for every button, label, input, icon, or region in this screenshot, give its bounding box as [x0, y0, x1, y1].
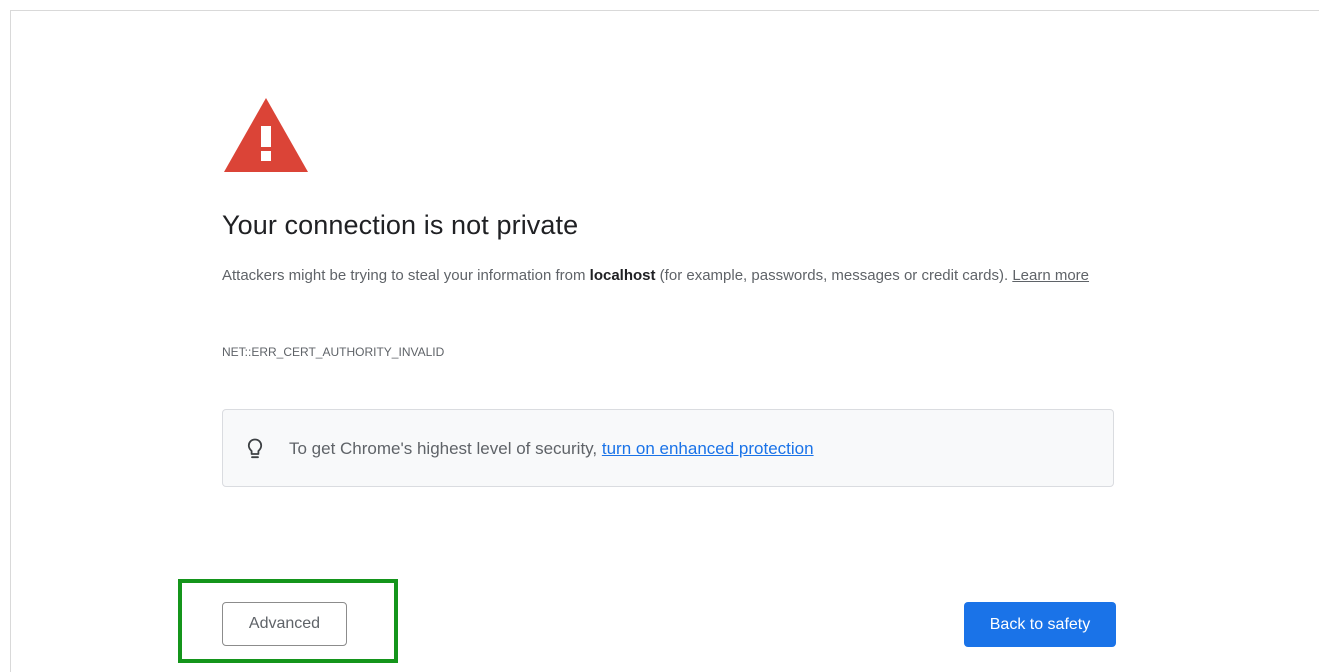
browser-frame-left-border: [10, 10, 11, 672]
learn-more-link[interactable]: Learn more: [1012, 267, 1089, 284]
enhanced-protection-text: To get Chrome's highest level of securit…: [289, 439, 602, 458]
lightbulb-icon: [247, 438, 263, 459]
interstitial-page: Your connection is not private Attackers…: [0, 0, 1319, 672]
description-text-before-host: Attackers might be trying to steal your …: [222, 267, 590, 284]
description-text-after-host: (for example, passwords, messages or cre…: [655, 267, 1013, 284]
enhanced-protection-banner: To get Chrome's highest level of securit…: [222, 409, 1114, 487]
turn-on-enhanced-protection-link[interactable]: turn on enhanced protection: [602, 439, 814, 458]
page-title: Your connection is not private: [222, 210, 579, 240]
enhanced-protection-message: To get Chrome's highest level of securit…: [289, 439, 814, 459]
description-host: localhost: [589, 267, 656, 284]
advanced-button[interactable]: Advanced: [222, 602, 347, 646]
browser-frame-top-border: [10, 10, 1319, 11]
back-to-safety-button[interactable]: Back to safety: [964, 602, 1116, 647]
warning-triangle-icon: [224, 98, 308, 172]
error-code: NET::ERR_CERT_AUTHORITY_INVALID: [222, 345, 445, 359]
warning-description: Attackers might be trying to steal your …: [222, 259, 1122, 292]
